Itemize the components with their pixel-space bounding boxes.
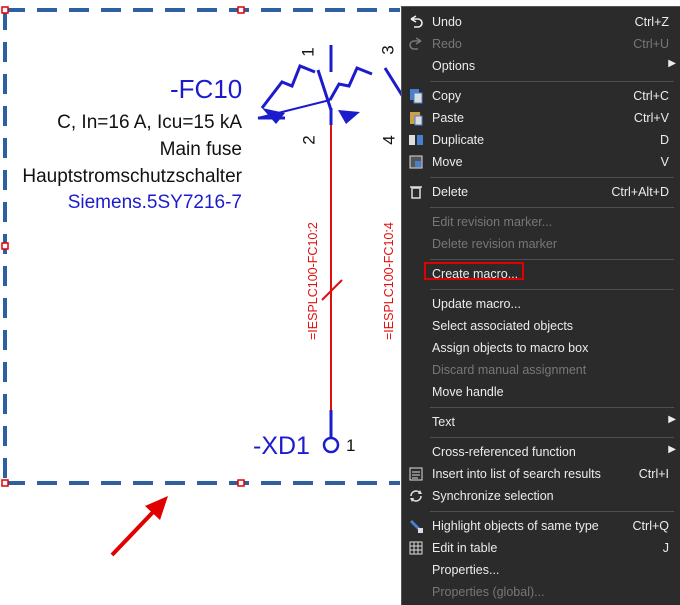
device-description: Main fuse (159, 139, 242, 160)
menu-item-move-handle[interactable]: Move handle (402, 381, 680, 403)
pin-2-label: 2 (299, 135, 319, 145)
menu-separator (430, 207, 674, 208)
menu-item-discard-manual-assignment[interactable]: Discard manual assignment (402, 359, 680, 381)
create-macro-highlight (424, 262, 524, 280)
menu-item-duplicate[interactable]: Duplicate D (402, 129, 680, 151)
highlight-icon (408, 518, 424, 534)
copy-icon (408, 88, 424, 104)
table-icon (408, 540, 424, 556)
menu-separator (430, 407, 674, 408)
menu-item-edit-in-table[interactable]: Edit in table J (402, 537, 680, 559)
menu-separator (430, 511, 674, 512)
terminal-pin: 1 (346, 436, 356, 455)
move-icon (408, 154, 424, 170)
menu-item-highlight-same-type[interactable]: Highlight objects of same type Ctrl+Q (402, 515, 680, 537)
menu-item-edit-revision-marker[interactable]: Edit revision marker... (402, 211, 680, 233)
sync-icon (408, 488, 424, 504)
pin-4-label: 4 (379, 135, 399, 145)
chevron-right-icon: ▶ (668, 58, 676, 69)
chevron-right-icon: ▶ (668, 444, 676, 455)
context-menu: Undo Ctrl+Z Redo Ctrl+U Options ▶ Copy C… (401, 6, 680, 605)
menu-item-undo[interactable]: Undo Ctrl+Z (402, 11, 680, 33)
menu-item-assign-objects-to-macro-box[interactable]: Assign objects to macro box (402, 337, 680, 359)
menu-item-insert-into-search-results[interactable]: Insert into list of search results Ctrl+… (402, 463, 680, 485)
device-rating: C, In=16 A, Icu=15 kA (57, 112, 242, 133)
menu-item-redo[interactable]: Redo Ctrl+U (402, 33, 680, 55)
menu-item-delete-revision-marker[interactable]: Delete revision marker (402, 233, 680, 255)
cross-ref-label-2[interactable]: =IESPLC100-FC10:4 (382, 222, 396, 340)
menu-item-options[interactable]: Options ▶ (402, 55, 680, 77)
menu-item-properties-global[interactable]: Properties (global)... (402, 581, 680, 603)
menu-item-select-associated-objects[interactable]: Select associated objects (402, 315, 680, 337)
menu-separator (430, 177, 674, 178)
part-number: Siemens.5SY7216-7 (67, 192, 242, 213)
menu-item-delete[interactable]: Delete Ctrl+Alt+D (402, 181, 680, 203)
breaker-arrow-2 (338, 110, 360, 124)
pin-1-label: 1 (298, 47, 318, 57)
menu-separator (430, 437, 674, 438)
pin-3-label: 3 (378, 45, 398, 55)
terminal-circle[interactable] (322, 436, 340, 454)
redo-icon (408, 36, 424, 52)
device-description-de: Hauptstromschutzschalter (22, 166, 242, 187)
trash-icon (408, 184, 424, 200)
undo-icon (408, 14, 424, 30)
menu-item-paste[interactable]: Paste Ctrl+V (402, 107, 680, 129)
paste-icon (408, 110, 424, 126)
chevron-right-icon: ▶ (668, 414, 676, 425)
menu-item-properties[interactable]: Properties... (402, 559, 680, 581)
menu-separator (430, 81, 674, 82)
device-tag: -FC10 (170, 74, 243, 104)
menu-item-copy[interactable]: Copy Ctrl+C (402, 85, 680, 107)
menu-item-cross-referenced-function[interactable]: Cross-referenced function ▶ (402, 441, 680, 463)
menu-item-text[interactable]: Text ▶ (402, 411, 680, 433)
cross-ref-label-1[interactable]: =IESPLC100-FC10:2 (306, 222, 320, 340)
terminal-tag: -XD1 (253, 432, 310, 460)
menu-item-synchronize-selection[interactable]: Synchronize selection (402, 485, 680, 507)
duplicate-icon (408, 132, 424, 148)
menu-separator (430, 289, 674, 290)
menu-item-move[interactable]: Move V (402, 151, 680, 173)
menu-item-update-macro[interactable]: Update macro... (402, 293, 680, 315)
search-results-icon (408, 466, 424, 482)
menu-separator (430, 259, 674, 260)
annotation-arrow (110, 496, 168, 557)
